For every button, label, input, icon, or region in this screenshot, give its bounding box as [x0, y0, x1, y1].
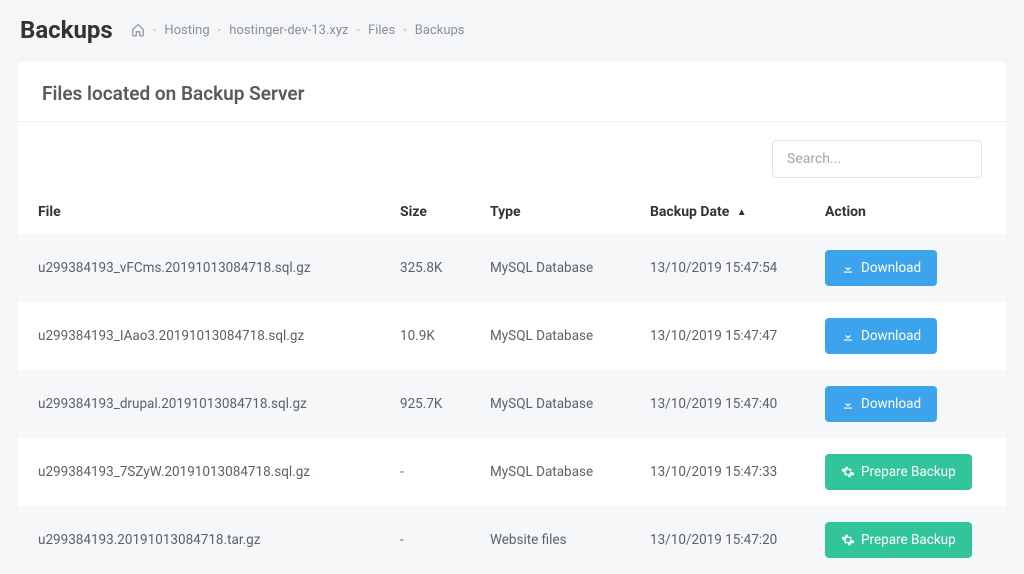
table-row: u299384193.20191013084718.tar.gz-Website…: [18, 506, 1006, 574]
prepare-backup-button[interactable]: Prepare Backup: [825, 454, 972, 490]
download-label: Download: [861, 396, 921, 412]
column-date[interactable]: Backup Date ▲: [638, 194, 813, 234]
cell-size: 925.7K: [388, 370, 478, 438]
cell-action: Download: [813, 234, 1006, 302]
cell-file: u299384193_vFCms.20191013084718.sql.gz: [18, 234, 388, 302]
backups-card: Files located on Backup Server File Size…: [18, 62, 1006, 574]
column-size[interactable]: Size: [388, 194, 478, 234]
column-file-label: File: [38, 204, 61, 220]
breadcrumb-item-files[interactable]: Files: [368, 23, 395, 38]
column-action: Action: [813, 194, 1006, 234]
table-toolbar: [18, 122, 1006, 194]
cell-type: MySQL Database: [478, 370, 638, 438]
cell-action: Prepare Backup: [813, 506, 1006, 574]
table-row: u299384193_drupal.20191013084718.sql.gz9…: [18, 370, 1006, 438]
download-icon: [841, 397, 855, 411]
column-size-label: Size: [400, 204, 427, 220]
search-input[interactable]: [772, 140, 982, 178]
table-row: u299384193_IAao3.20191013084718.sql.gz10…: [18, 302, 1006, 370]
cell-type: MySQL Database: [478, 234, 638, 302]
prepare-label: Prepare Backup: [861, 532, 956, 548]
cell-file: u299384193.20191013084718.tar.gz: [18, 506, 388, 574]
sort-ascending-icon: ▲: [737, 207, 747, 218]
cell-size: -: [388, 506, 478, 574]
cell-file: u299384193_IAao3.20191013084718.sql.gz: [18, 302, 388, 370]
breadcrumb-item-domain[interactable]: hostinger-dev-13.xyz: [229, 23, 348, 38]
table-row: u299384193_7SZyW.20191013084718.sql.gz-M…: [18, 438, 1006, 506]
column-type-label: Type: [490, 204, 521, 220]
cell-date: 13/10/2019 15:47:33: [638, 438, 813, 506]
download-icon: [841, 261, 855, 275]
column-type[interactable]: Type: [478, 194, 638, 234]
home-icon[interactable]: [131, 23, 145, 37]
cell-action: Download: [813, 302, 1006, 370]
prepare-label: Prepare Backup: [861, 464, 956, 480]
download-label: Download: [861, 260, 921, 276]
cell-type: Website files: [478, 506, 638, 574]
cell-date: 13/10/2019 15:47:47: [638, 302, 813, 370]
breadcrumb-item-backups: Backups: [415, 23, 465, 38]
download-button[interactable]: Download: [825, 386, 937, 422]
cell-size: 10.9K: [388, 302, 478, 370]
column-date-label: Backup Date: [650, 204, 729, 220]
column-action-label: Action: [825, 204, 866, 220]
cell-size: -: [388, 438, 478, 506]
table-row: u299384193_vFCms.20191013084718.sql.gz32…: [18, 234, 1006, 302]
backups-table: File Size Type Backup Date ▲ Action u299…: [18, 194, 1006, 574]
cell-date: 13/10/2019 15:47:54: [638, 234, 813, 302]
breadcrumb-separator: -: [356, 23, 360, 38]
page-title: Backups: [20, 16, 113, 44]
cell-type: MySQL Database: [478, 302, 638, 370]
breadcrumb: - Hosting - hostinger-dev-13.xyz - Files…: [131, 23, 465, 38]
cell-date: 13/10/2019 15:47:40: [638, 370, 813, 438]
breadcrumb-item-hosting[interactable]: Hosting: [164, 23, 209, 38]
gear-icon: [841, 533, 855, 547]
breadcrumb-separator: -: [218, 23, 222, 38]
download-button[interactable]: Download: [825, 250, 937, 286]
cell-file: u299384193_7SZyW.20191013084718.sql.gz: [18, 438, 388, 506]
breadcrumb-separator: -: [153, 23, 157, 38]
download-button[interactable]: Download: [825, 318, 937, 354]
prepare-backup-button[interactable]: Prepare Backup: [825, 522, 972, 558]
breadcrumb-separator: -: [403, 23, 407, 38]
download-label: Download: [861, 328, 921, 344]
cell-file: u299384193_drupal.20191013084718.sql.gz: [18, 370, 388, 438]
card-title: Files located on Backup Server: [18, 62, 1006, 122]
cell-action: Download: [813, 370, 1006, 438]
column-file[interactable]: File: [18, 194, 388, 234]
cell-action: Prepare Backup: [813, 438, 1006, 506]
cell-size: 325.8K: [388, 234, 478, 302]
page-header: Backups - Hosting - hostinger-dev-13.xyz…: [0, 0, 1024, 54]
cell-date: 13/10/2019 15:47:20: [638, 506, 813, 574]
download-icon: [841, 329, 855, 343]
cell-type: MySQL Database: [478, 438, 638, 506]
gear-icon: [841, 465, 855, 479]
table-header-row: File Size Type Backup Date ▲ Action: [18, 194, 1006, 234]
